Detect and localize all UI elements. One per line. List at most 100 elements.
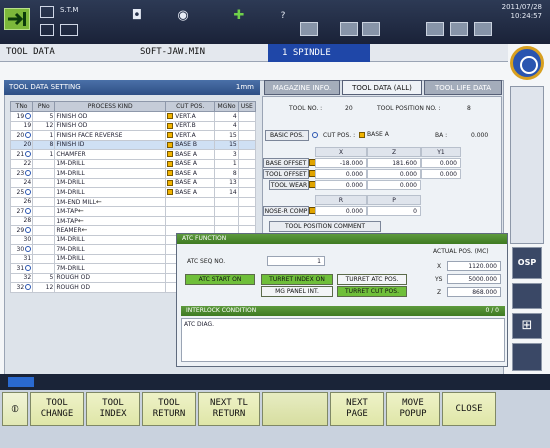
- tool-offset-x[interactable]: 0.000: [315, 169, 367, 179]
- table-row[interactable]: 26 1M-END MILL←: [9, 196, 257, 207]
- table-row[interactable]: 28 1M-TAP←: [9, 215, 257, 226]
- function-key-6[interactable]: NEXT PAGE: [330, 392, 384, 426]
- radio-icon[interactable]: [312, 131, 318, 138]
- cell-tno: 26: [9, 196, 34, 207]
- tab-tool-life-data[interactable]: TOOL LIFE DATA: [424, 80, 502, 95]
- function-key-7[interactable]: MOVE POPUP: [386, 392, 440, 426]
- tool-offset-button[interactable]: TOOL OFFSET: [263, 169, 309, 179]
- function-key-1[interactable]: TOOL CHANGE: [30, 392, 84, 426]
- cell-text: 14: [229, 188, 237, 196]
- cell-mg: 1: [214, 158, 239, 169]
- table-row[interactable]: 19 12 FINISH OD VERT.B 4: [9, 120, 257, 131]
- cell-kind: ROUGH OD: [54, 272, 167, 283]
- table-row[interactable]: 20 8 FINISH ID BASE B 15: [9, 139, 257, 150]
- radio-icon[interactable]: [25, 113, 32, 120]
- mg-panel-button[interactable]: MG PANEL INT.: [261, 286, 333, 297]
- basic-pos-button[interactable]: BASIC POS.: [265, 130, 309, 141]
- tool-pos-value: 8: [467, 105, 471, 112]
- tool-wear-button[interactable]: TOOL WEAR: [269, 180, 309, 190]
- cell-use: [237, 139, 257, 150]
- tool-wear-x[interactable]: 0.000: [315, 180, 367, 190]
- cut-pos-value[interactable]: BASE A: [367, 131, 389, 138]
- atc-start-button[interactable]: ATC START ON: [185, 274, 255, 285]
- cell-text: 23: [16, 169, 25, 177]
- radio-icon[interactable]: [25, 265, 32, 272]
- plus-icon[interactable]: ⊞: [512, 313, 542, 339]
- table-row[interactable]: 22 1M-DRILL BASE A 1: [9, 158, 257, 169]
- tool-offset-y1[interactable]: 0.000: [421, 169, 461, 179]
- table-row[interactable]: 19 5 FINISH OD VERT.A 4: [9, 111, 257, 122]
- cell-text: 1M-DRILL: [56, 160, 85, 168]
- spindle-selector[interactable]: 1 SPINDLE: [268, 44, 370, 62]
- radio-icon[interactable]: [25, 170, 32, 177]
- nose-p-value[interactable]: 0: [367, 206, 421, 216]
- base-offset-z[interactable]: 181.600: [367, 158, 421, 168]
- cell-text: 1: [49, 131, 54, 139]
- table-row[interactable]: 24 1M-DRILL BASE A 13: [9, 177, 257, 188]
- turret-atc-pos-button[interactable]: TURRET ATC POS.: [337, 274, 407, 285]
- nose-r-value[interactable]: 0.000: [315, 206, 367, 216]
- table-row[interactable]: 27 1M-TAP←: [9, 206, 257, 217]
- base-offset-y1[interactable]: 0.000: [421, 158, 461, 168]
- osp-logo-icon[interactable]: OSP: [512, 247, 542, 279]
- layers-icon[interactable]: [512, 343, 542, 371]
- radio-icon[interactable]: [25, 151, 32, 158]
- turret-cut-pos-button[interactable]: TURRET CUT POS.: [337, 286, 407, 297]
- function-key-5[interactable]: [262, 392, 328, 426]
- diag-text: ATC DIAG.: [184, 321, 214, 328]
- cell-kind: REAMER←: [54, 225, 167, 236]
- radio-icon[interactable]: [25, 227, 32, 234]
- table-row[interactable]: 23 1M-DRILL BASE A 8: [9, 168, 257, 179]
- cell-pno: [32, 168, 56, 179]
- tool-comment-button[interactable]: TOOL POSITION COMMENT: [269, 221, 381, 232]
- cell-text: 13: [229, 179, 237, 187]
- tool-wear-z[interactable]: 0.000: [367, 180, 421, 190]
- radio-icon[interactable]: [25, 132, 32, 139]
- cell-tno: 31: [9, 263, 34, 274]
- function-key-4[interactable]: NEXT TL RETURN: [198, 392, 260, 426]
- base-offset-button[interactable]: BASE OFFSET: [263, 158, 309, 168]
- radio-icon[interactable]: [25, 246, 32, 253]
- nose-r-button[interactable]: NOSE-R COMP: [263, 206, 309, 216]
- tab-tool-data-all[interactable]: TOOL DATA (ALL): [342, 80, 422, 95]
- cell-mg: 15: [214, 139, 239, 150]
- window-icon[interactable]: [512, 283, 542, 309]
- axis-icon: ✚: [233, 8, 245, 23]
- cell-pos: BASE A: [165, 177, 216, 188]
- table-row[interactable]: 20 1 FINISH FACE REVERSE VERT.A 15: [9, 130, 257, 141]
- axis-z-value: 868.000: [447, 287, 501, 297]
- cell-use: [237, 120, 257, 131]
- tool-offset-z[interactable]: 0.000: [367, 169, 421, 179]
- atc-seq-value[interactable]: 1: [267, 256, 325, 266]
- function-key-2[interactable]: TOOL INDEX: [86, 392, 140, 426]
- screen-title: TOOL DATA: [6, 47, 55, 57]
- cut-pos-icon: [167, 170, 174, 177]
- cell-pos: BASE A: [165, 187, 216, 198]
- cell-text: ROUGH OD: [56, 283, 91, 291]
- tab-magazine-info[interactable]: MAGAZINE INFO.: [264, 80, 340, 95]
- brand-logo[interactable]: [510, 46, 544, 80]
- base-offset-x[interactable]: -18.000: [315, 158, 367, 168]
- cell-use: [237, 130, 257, 141]
- radio-icon[interactable]: [25, 208, 32, 215]
- radio-icon[interactable]: [25, 284, 32, 291]
- radio-icon[interactable]: [25, 189, 32, 196]
- cell-pno: [32, 158, 56, 169]
- cell-pos: BASE A: [165, 149, 216, 160]
- cell-pos: [165, 215, 216, 226]
- function-key-8[interactable]: CLOSE: [442, 392, 496, 426]
- function-key-3[interactable]: TOOL RETURN: [142, 392, 196, 426]
- cell-text: VERT.A: [175, 131, 196, 139]
- turret-index-button[interactable]: TURRET INDEX ON: [261, 274, 333, 285]
- atc-popup-header[interactable]: ATC FUNCTION: [177, 234, 507, 244]
- back-arrow-icon[interactable]: [4, 8, 30, 30]
- cell-text: 4: [232, 112, 237, 120]
- function-key-menu-icon[interactable]: ⦶: [2, 392, 28, 426]
- cut-pos-icon: [167, 179, 174, 186]
- cell-text: 4: [232, 122, 237, 130]
- interlock-title: INTERLOCK CONDITION: [186, 307, 257, 314]
- axis-ys-label: YS: [435, 276, 443, 283]
- table-row[interactable]: 21 1 CHAMFER BASE A 3: [9, 149, 257, 160]
- axis-ys-value: 5000.000: [447, 274, 501, 284]
- table-row[interactable]: 25 1M-DRILL BASE A 14: [9, 187, 257, 198]
